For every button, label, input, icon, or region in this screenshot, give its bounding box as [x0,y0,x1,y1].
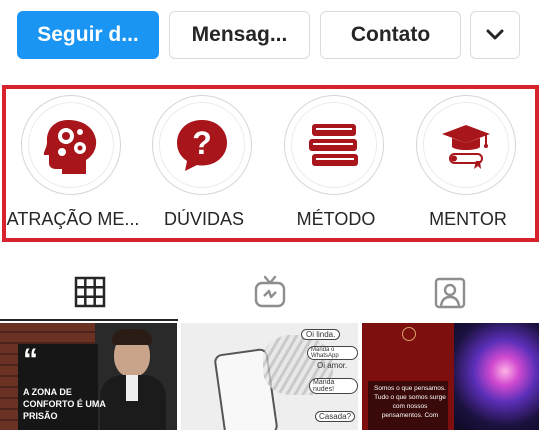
question-bubble-icon: ? [177,120,227,171]
tab-igtv[interactable] [180,262,359,322]
books-icon [309,124,358,166]
highlight-duvidas[interactable]: ? DÚVIDAS [148,95,260,235]
chat-bubble: Casada? [315,411,356,422]
message-button[interactable]: Mensag... [169,11,310,59]
grid-icon [74,276,105,308]
svg-text:?: ? [192,125,212,161]
post-thumbnail[interactable]: Oi linda. Manda o WhatsApp Oi amor. Mand… [181,323,358,430]
chat-bubble: Oi amor. [317,361,348,370]
chat-bubble: Oi linda. [301,329,341,340]
post-caption: A ZONA DE CONFORTO É UMA PRISÃO [23,387,106,421]
profile-tabs [0,262,539,322]
active-tab-indicator [0,319,178,321]
highlight-metodo[interactable]: MÉTODO [280,95,392,235]
highlight-atracao[interactable]: ATRAÇÃO ME... [7,95,139,235]
brain-gears-icon [43,120,97,174]
igtv-icon [254,275,285,308]
contact-button[interactable]: Contato [320,11,461,59]
follow-button[interactable]: Seguir d... [17,11,159,59]
chat-bubble: Manda o WhatsApp [307,346,358,360]
quote-mark: “ [23,343,38,376]
chevron-down-icon [486,29,504,40]
posts-grid: “ A ZONA DE CONFORTO É UMA PRISÃO Oi lin… [0,323,539,430]
tab-grid[interactable] [0,262,179,322]
more-options-button[interactable] [470,11,520,59]
highlight-label: DÚVIDAS [163,209,244,229]
highlight-mentor[interactable]: MENTOR [412,95,524,235]
story-highlights: ATRAÇÃO ME... ? DÚVIDAS MÉTODO MENTOR [2,85,539,242]
tab-tagged[interactable] [360,262,539,322]
post-thumbnail[interactable]: Somos o que pensamos. Tudo o que somos s… [362,323,539,430]
tagged-icon [434,277,465,309]
highlight-label: MÉTODO [296,209,376,229]
graduation-cap-icon [442,125,490,169]
highlight-label: ATRAÇÃO ME... [6,209,140,229]
post-caption: Somos o que pensamos. Tudo o que somos s… [374,385,446,419]
post-thumbnail[interactable]: “ A ZONA DE CONFORTO É UMA PRISÃO [0,323,177,430]
highlight-label: MENTOR [429,209,507,229]
chat-bubble: Manda nudes! [309,378,358,394]
